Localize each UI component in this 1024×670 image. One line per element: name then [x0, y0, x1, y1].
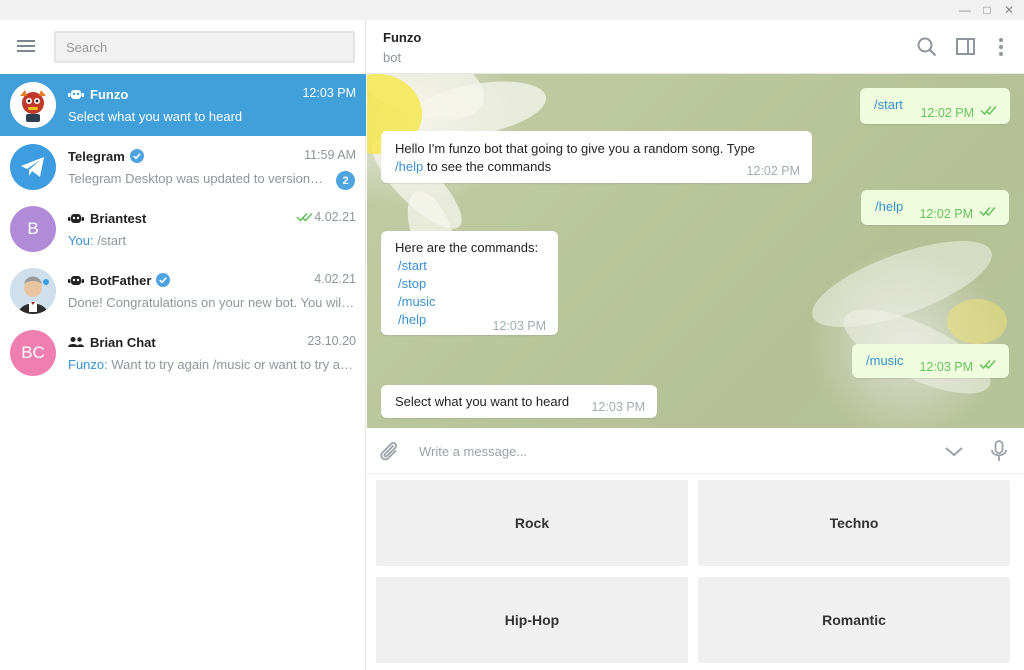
command-link[interactable]: /music — [398, 293, 544, 311]
bot-icon — [68, 276, 84, 285]
keyboard-button-rock[interactable]: Rock — [376, 480, 688, 566]
botfather-avatar — [10, 268, 56, 314]
chat-item-funzo[interactable]: Funzo 12:03 PM Select what you want to h… — [0, 74, 366, 136]
maximize-button[interactable]: □ — [976, 0, 998, 20]
chat-time: 11:59 AM — [304, 148, 356, 162]
chat-preview: Telegram Desktop was updated to version … — [68, 171, 326, 186]
avatar-initials: BC — [21, 343, 45, 362]
command-link[interactable]: /help — [875, 199, 903, 214]
chat-preview: Done! Congratulations on your new bot. Y… — [68, 295, 356, 310]
telegram-avatar — [10, 144, 56, 190]
command-link[interactable]: /help — [395, 159, 423, 174]
verified-badge-icon — [129, 149, 144, 163]
command-link[interactable]: /stop — [398, 275, 544, 293]
chat-preview: Select what you want to heard — [68, 109, 243, 124]
message-area[interactable]: /start 12:02 PM Hello I'm funzo bot that… — [367, 74, 1024, 428]
message-incoming[interactable]: Hello I'm funzo bot that going to give y… — [381, 131, 812, 183]
message-time: 12:02 PM — [746, 164, 800, 178]
chat-header: Funzo bot — [367, 20, 1024, 74]
double-check-icon — [979, 207, 996, 217]
message-incoming[interactable]: Here are the commands: /start /stop /mus… — [381, 231, 558, 335]
command-link[interactable]: /start — [874, 97, 903, 112]
chat-list-panel: Funzo 12:03 PM Select what you want to h… — [0, 20, 366, 670]
command-link[interactable]: /start — [398, 257, 544, 275]
command-link[interactable]: /music — [866, 353, 904, 368]
chat-item-telegram[interactable]: Telegram 11:59 AM Telegram Desktop was u… — [0, 136, 366, 198]
group-icon — [68, 337, 84, 347]
chevron-down-icon[interactable] — [942, 440, 966, 462]
chat-time: 12:03 PM — [302, 86, 356, 100]
message-time: 12:03 PM — [492, 319, 546, 333]
bot-icon — [68, 214, 84, 223]
sidebar-toggle-icon[interactable] — [955, 36, 977, 58]
message-composer — [367, 428, 1024, 474]
keyboard-button-techno[interactable]: Techno — [698, 480, 1010, 566]
chat-time: 4.02.21 — [314, 272, 356, 286]
preview-text: Want to try again /music or want to try … — [111, 357, 356, 372]
chat-header-subtitle: bot — [383, 50, 402, 65]
hamburger-menu-icon[interactable] — [16, 38, 38, 54]
message-input[interactable] — [407, 437, 927, 465]
chat-preview: You: /start — [68, 233, 356, 248]
search-icon[interactable] — [916, 36, 938, 58]
verified-badge-icon — [156, 273, 171, 287]
chat-title: Telegram — [68, 148, 125, 164]
double-check-icon — [296, 212, 313, 222]
botfather-portrait-icon — [10, 268, 56, 314]
preview-sender: Funzo: — [68, 357, 108, 372]
close-button[interactable]: ✕ — [998, 0, 1020, 20]
chat-title: Funzo — [90, 86, 129, 102]
message-time: 12:03 PM — [919, 360, 973, 374]
chat-preview: Funzo: Want to try again /music or want … — [68, 357, 356, 372]
funzo-avatar — [10, 82, 56, 128]
chat-time: 23.10.20 — [307, 334, 356, 348]
message-time: 12:03 PM — [591, 400, 645, 414]
briantest-avatar: B — [10, 206, 56, 252]
brian-chat-avatar: BC — [10, 330, 56, 376]
double-check-icon — [979, 360, 996, 370]
microphone-icon[interactable] — [987, 440, 1011, 462]
preview-sender: You: — [68, 233, 94, 248]
chat-title: Briantest — [90, 210, 147, 226]
chat-time: 4.02.21 — [314, 210, 356, 224]
commands-heading: Here are the commands: — [395, 240, 539, 255]
unread-badge: 2 — [336, 171, 355, 190]
minimize-button[interactable]: — — [954, 0, 976, 20]
bot-icon — [68, 90, 84, 99]
message-text: Hello I'm funzo bot that going to give y… — [395, 141, 755, 156]
search-input[interactable] — [54, 31, 355, 63]
chat-item-briantest[interactable]: B Briantest 4.02.21 You: /start — [0, 198, 366, 260]
background-flower-center — [947, 299, 1007, 344]
message-outgoing[interactable]: /help 12:02 PM — [861, 190, 1009, 225]
chat-list: Funzo 12:03 PM Select what you want to h… — [0, 74, 366, 384]
chat-item-botfather[interactable]: BotFather 4.02.21 Done! Congratulations … — [0, 260, 366, 322]
message-outgoing[interactable]: /start 12:02 PM — [860, 88, 1010, 124]
preview-text: /start — [97, 233, 127, 248]
message-incoming[interactable]: Select what you want to heard 12:03 PM — [381, 385, 657, 418]
paperclip-icon[interactable] — [377, 440, 401, 462]
keyboard-button-romantic[interactable]: Romantic — [698, 577, 1010, 663]
window-titlebar: — □ ✕ — [0, 0, 1024, 20]
chat-title: Brian Chat — [90, 334, 156, 350]
funzo-mascot-icon — [10, 82, 56, 128]
message-outgoing[interactable]: /music 12:03 PM — [852, 344, 1009, 378]
double-check-icon — [980, 106, 997, 116]
message-time: 12:02 PM — [919, 207, 973, 221]
chat-header-title[interactable]: Funzo — [383, 30, 421, 45]
message-body: Hello I'm funzo bot that going to give y… — [395, 139, 798, 176]
message-time: 12:02 PM — [920, 106, 974, 120]
paper-plane-icon — [21, 157, 44, 177]
keyboard-button-hip-hop[interactable]: Hip-Hop — [376, 577, 688, 663]
chat-title: BotFather — [90, 272, 152, 288]
more-vertical-icon[interactable] — [990, 36, 1012, 58]
avatar-initials: B — [27, 219, 39, 238]
bot-keyboard: Rock Techno Hip-Hop Romantic — [367, 474, 1024, 670]
message-text: to see the commands — [426, 159, 552, 174]
chat-item-brian-chat[interactable]: BC Brian Chat 23.10.20 Funzo: Want to tr… — [0, 322, 366, 384]
message-text: Select what you want to heard — [395, 394, 570, 409]
